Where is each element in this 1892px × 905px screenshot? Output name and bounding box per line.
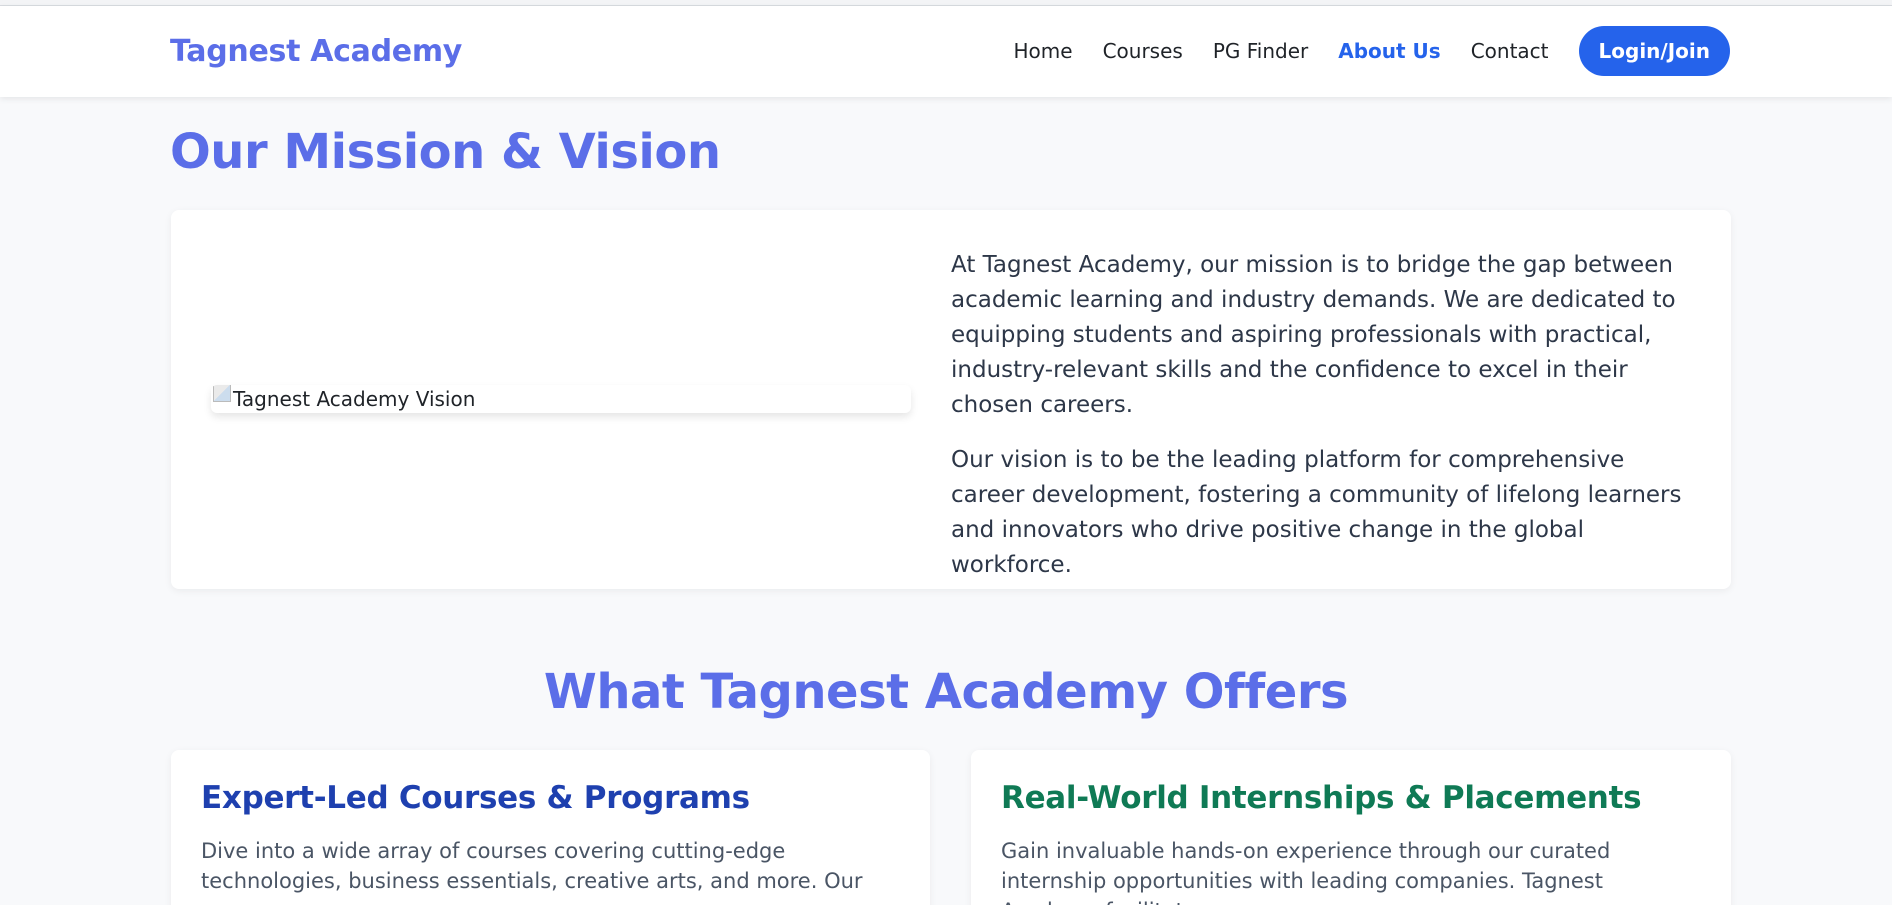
offers-title: What Tagnest Academy Offers [543,664,1349,720]
mission-card: Tagnest Academy Vision At Tagnest Academ… [171,210,1731,589]
offer-card-courses: Expert-Led Courses & Programs Dive into … [171,750,930,905]
mission-vision-title: Our Mission & Vision [170,124,721,180]
vision-image-alt-text: Tagnest Academy Vision [233,387,476,411]
nav-pg-finder[interactable]: PG Finder [1213,39,1308,63]
offer-card-text: Dive into a wide array of courses coveri… [201,839,863,893]
nav-home[interactable]: Home [1014,39,1073,63]
login-join-button[interactable]: Login/Join [1578,26,1730,76]
mission-paragraph: At Tagnest Academy, our mission is to br… [951,252,1676,418]
offer-card-text: Gain invaluable hands-on experience thro… [1001,839,1611,905]
brand-logo[interactable]: Tagnest Academy [170,34,462,69]
main-nav: Home Courses PG Finder About Us Contact … [1014,26,1730,76]
nav-about-us[interactable]: About Us [1338,39,1440,63]
nav-courses[interactable]: Courses [1103,39,1183,63]
site-header: Tagnest Academy Home Courses PG Finder A… [0,6,1892,97]
offer-card-title: Expert-Led Courses & Programs [201,780,750,816]
vision-paragraph: Our vision is to be the leading platform… [951,447,1682,578]
offer-card-title: Real-World Internships & Placements [1001,780,1642,816]
broken-image-icon [213,385,231,402]
nav-contact[interactable]: Contact [1471,39,1549,63]
offer-card-internships: Real-World Internships & Placements Gain… [971,750,1731,905]
mission-text: At Tagnest Academy, our mission is to br… [951,248,1696,603]
vision-image: Tagnest Academy Vision [211,385,911,413]
